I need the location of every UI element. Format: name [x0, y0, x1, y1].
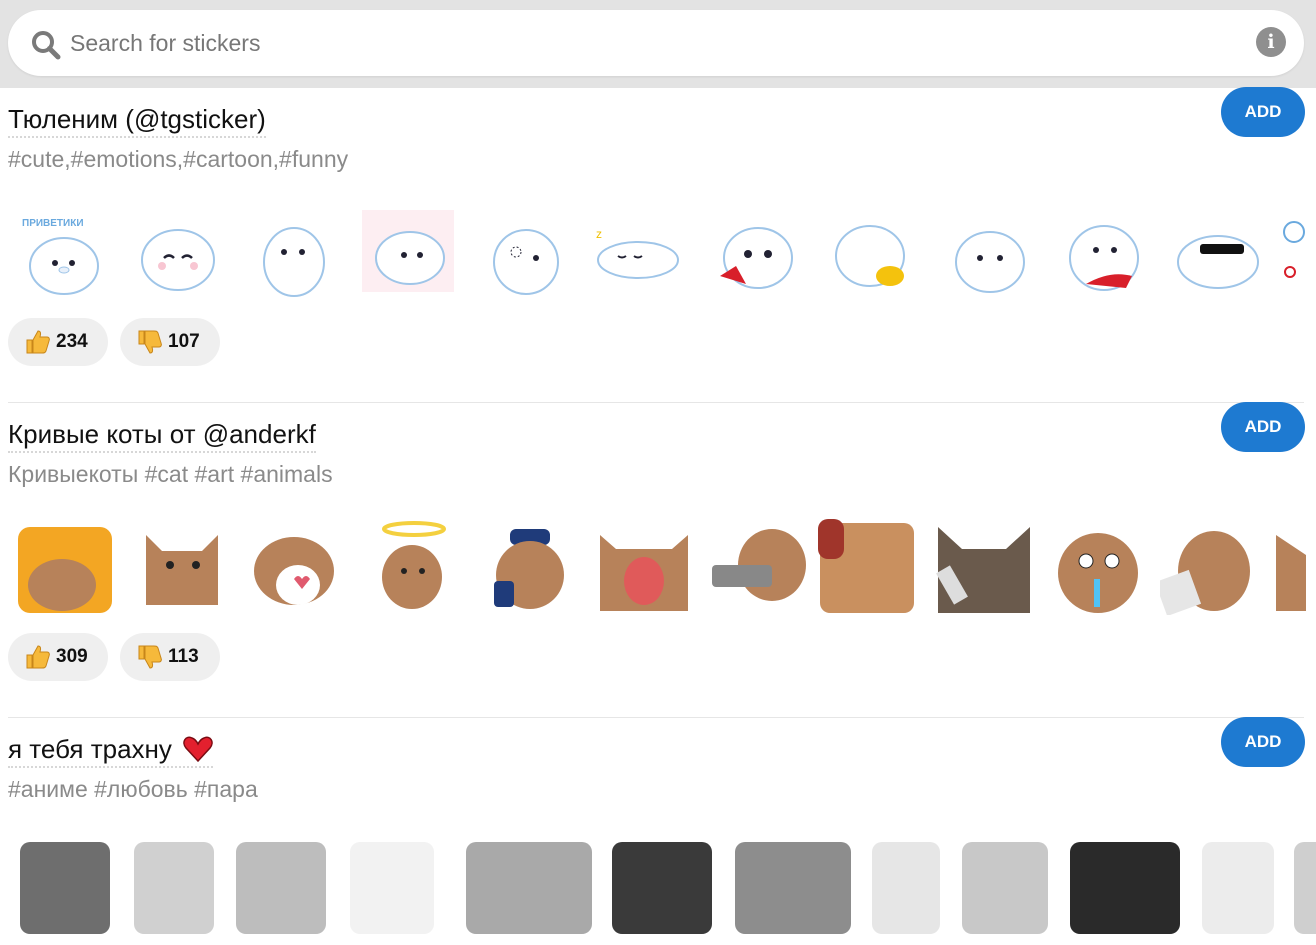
sticker-cat-pet[interactable] [818, 515, 918, 615]
sticker-seal-partial[interactable] [1280, 200, 1316, 300]
thumbs-up-icon [26, 645, 50, 669]
like-count: 234 [56, 331, 88, 352]
sticker-row [0, 515, 1316, 625]
sticker-manga[interactable] [1294, 842, 1316, 934]
search-bar-area: i [0, 0, 1316, 88]
sticker-manga[interactable] [1202, 842, 1274, 934]
dislike-count: 107 [168, 331, 200, 352]
sticker-seal-sunglasses[interactable] [1172, 200, 1272, 300]
svg-text:z: z [596, 227, 602, 241]
sticker-seal[interactable] [708, 200, 808, 300]
thumbs-down-icon [138, 645, 162, 669]
pack-title[interactable]: Тюленим (@tgsticker) [8, 104, 266, 138]
sticker-manga[interactable] [1070, 842, 1180, 934]
add-pack-button[interactable]: ADD [1221, 402, 1305, 452]
like-count: 309 [56, 646, 88, 667]
sticker-seal-greeting[interactable]: ПРИВЕТИКИ [12, 200, 112, 300]
sticker-seal[interactable] [128, 200, 228, 300]
sticker-manga[interactable] [962, 842, 1048, 934]
pack-tags: #cute,#emotions,#cartoon,#funny [8, 146, 349, 172]
pack-title[interactable]: Кривые коты от @anderkf [8, 419, 316, 453]
dislike-button[interactable]: 113 [120, 633, 220, 681]
sticker-cat-fire[interactable] [16, 515, 116, 615]
sticker-seal[interactable] [244, 200, 344, 300]
sticker-manga[interactable] [350, 842, 434, 934]
add-pack-button[interactable]: ADD [1221, 87, 1305, 137]
like-button[interactable]: 234 [8, 318, 108, 366]
divider [8, 402, 1304, 403]
info-icon[interactable]: i [1256, 27, 1286, 57]
dislike-button[interactable]: 107 [120, 318, 220, 366]
sticker-cat-heart[interactable] [248, 515, 348, 615]
pack-tags: #аниме #любовь #пара [8, 776, 258, 802]
sticker-cat-drool[interactable] [1050, 515, 1150, 615]
sticker-manga[interactable] [236, 842, 326, 934]
sticker-manga[interactable] [20, 842, 110, 934]
search-icon [32, 31, 61, 60]
sticker-caption: ПРИВЕТИКИ [22, 218, 84, 229]
sticker-cat-gun[interactable] [712, 515, 812, 615]
search-input[interactable] [70, 24, 1220, 62]
sticker-cat-knife[interactable] [934, 515, 1034, 615]
sticker-cat-partial[interactable] [1272, 515, 1316, 615]
sticker-seal-hearts[interactable] [360, 200, 460, 300]
search-box[interactable]: i [8, 10, 1304, 76]
sticker-cat-police[interactable] [480, 515, 580, 615]
pack-title[interactable]: я тебя трахну [8, 734, 214, 768]
pack-title-text: я тебя трахну [8, 734, 172, 764]
sticker-seal-fish[interactable] [824, 200, 924, 300]
like-button[interactable]: 309 [8, 633, 108, 681]
sticker-cat[interactable] [132, 515, 232, 615]
heart-icon [183, 736, 213, 763]
sticker-cat-sad[interactable] [1160, 515, 1260, 615]
sticker-cat-screaming[interactable] [596, 515, 696, 615]
sticker-row: ПРИВЕТИКИ z [0, 200, 1316, 310]
dislike-count: 113 [168, 646, 199, 667]
sticker-seal[interactable] [940, 200, 1040, 300]
pack-tags: Кривыекоты #cat #art #animals [8, 461, 333, 487]
sticker-cat-halo[interactable] [364, 515, 464, 615]
sticker-row [0, 842, 1316, 942]
thumbs-up-icon [26, 330, 50, 354]
sticker-seal-sleeping[interactable]: z [592, 200, 692, 300]
thumbs-down-icon [138, 330, 162, 354]
sticker-manga[interactable] [735, 842, 851, 934]
sticker-manga[interactable] [466, 842, 592, 934]
sticker-seal[interactable] [476, 200, 576, 300]
sticker-manga[interactable] [134, 842, 214, 934]
sticker-seal-pizza[interactable] [1056, 200, 1156, 300]
sticker-manga[interactable] [612, 842, 712, 934]
add-pack-button[interactable]: ADD [1221, 717, 1305, 767]
sticker-manga[interactable] [872, 842, 940, 934]
divider [8, 717, 1304, 718]
